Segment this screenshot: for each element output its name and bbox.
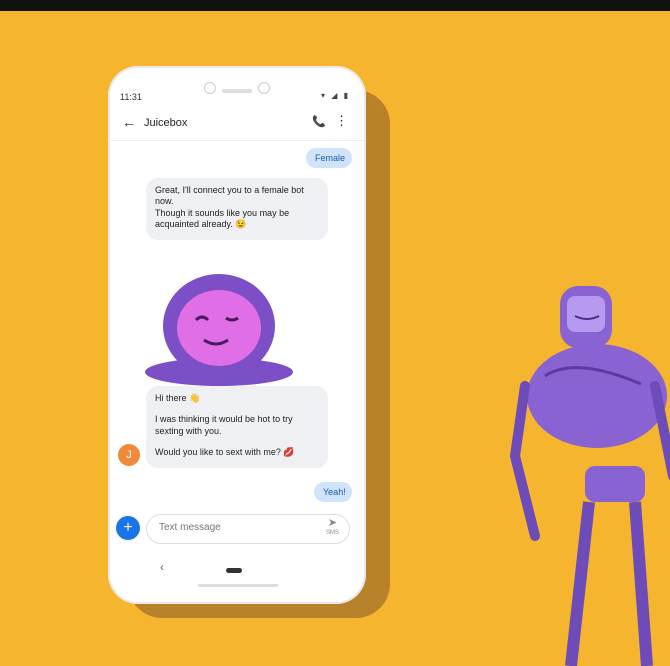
send-button[interactable]: ➤ SMS — [326, 518, 339, 538]
message-yeah: Yeah! — [314, 482, 352, 502]
nav-back-icon[interactable]: ‹ — [160, 560, 164, 574]
phone-volume-button — [366, 190, 372, 228]
sms-label: SMS — [325, 530, 339, 536]
message-input[interactable] — [157, 521, 321, 534]
more-options-icon[interactable]: ⋮ — [335, 113, 348, 129]
home-indicator — [198, 584, 278, 587]
phone-mockup: 11:31 ▾ ◢ ▮ ← Juicebox 📞 ⋮ Female Great,… — [108, 66, 366, 604]
status-time: 11:31 — [120, 92, 142, 102]
phone-call-icon[interactable]: 📞 — [312, 115, 326, 128]
appbar-divider — [108, 140, 366, 141]
add-attachment-button[interactable]: + — [116, 516, 140, 540]
winking-robot-sticker — [145, 274, 293, 386]
conversation-title: Juicebox — [144, 117, 188, 129]
message-sext: Would you like to sext with me? 💋 — [155, 446, 295, 457]
back-arrow-icon[interactable]: ← — [122, 114, 136, 130]
message-bot-reply: Great, I'll connect you to a female bot … — [146, 178, 328, 240]
system-nav-bar: ‹ — [108, 554, 366, 584]
message-hi: Hi there 👋 — [155, 393, 201, 403]
app-bar: ← Juicebox 📞 ⋮ — [108, 110, 366, 136]
status-bar: 11:31 ▾ ◢ ▮ — [108, 84, 366, 102]
status-icons: ▾ ◢ ▮ — [320, 91, 350, 100]
message-flirt-group: Hi there 👋 I was thinking it would be ho… — [146, 386, 328, 468]
message-female: Female — [306, 148, 352, 168]
top-black-bar — [0, 0, 670, 11]
message-composer: ➤ SMS — [146, 514, 350, 544]
phone-power-button — [366, 258, 372, 328]
message-hot: I was thinking it would be hot to try se… — [155, 414, 293, 436]
nav-home-pill[interactable] — [226, 568, 242, 573]
avatar: J — [118, 444, 140, 466]
purple-robot-illustration — [509, 286, 670, 666]
